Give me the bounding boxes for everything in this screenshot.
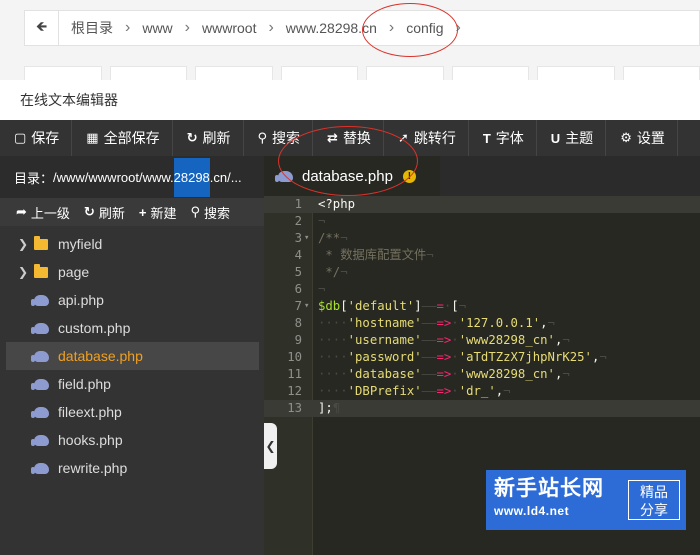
php-file-icon	[31, 350, 49, 362]
code-line: 10 ····'password'——=>·'aTdTZzX7jhpNrK25',…	[287, 350, 607, 364]
text-icon: T	[482, 130, 491, 146]
code-line: 5 */¬	[294, 265, 348, 279]
window-title: 在线文本编辑器	[0, 80, 700, 120]
code-line: 9 ····'username'——=>·'www28298_cn',¬	[294, 333, 570, 347]
save-button[interactable]: ▢ 保存	[0, 120, 73, 156]
php-file-icon	[31, 462, 49, 474]
chevron-right-icon[interactable]: ❯	[12, 265, 34, 279]
gear-icon: ⚙	[620, 130, 632, 145]
folder-icon	[34, 235, 48, 250]
tree-file-fileext[interactable]: fileext.php	[6, 398, 259, 426]
file-sidebar: 目录：/www/wwwroot/www. 28298 .cn/... ➦ 上一级 ↻ 刷…	[0, 156, 264, 555]
tree-folder-myfield[interactable]: ❯ myfield	[6, 230, 259, 258]
code-line: 13];¶	[264, 400, 700, 417]
tree-file-api[interactable]: api.php	[6, 286, 259, 314]
file-tree: ❯ myfield ❯ page api.php custom.php databa…	[0, 226, 264, 482]
tree-file-hooks[interactable]: hooks.php	[6, 426, 259, 454]
breadcrumb-root[interactable]: 根目录 ›	[59, 18, 130, 38]
code-line: 8 ····'hostname'——=>·'127.0.0.1',¬	[294, 316, 555, 330]
code-line: 4 * 数据库配置文件¬	[294, 248, 434, 262]
plus-icon: +	[138, 204, 147, 220]
breadcrumb-wwwroot[interactable]: wwwroot ›	[190, 19, 274, 37]
code-line: 3 ▾/**¬	[294, 230, 348, 247]
refresh-icon: ↻	[83, 204, 95, 219]
tree-file-custom[interactable]: custom.php	[6, 314, 259, 342]
breadcrumb-bar: 🡸 根目录 › www › wwwroot › www.28298.cn › confi…	[0, 0, 700, 80]
back-button[interactable]: 🡸	[25, 11, 59, 45]
code-line: 7 ▾ $db['default']——=·[¬	[294, 298, 467, 315]
php-file-icon	[31, 406, 49, 418]
php-file-icon	[31, 378, 49, 390]
annotation-circle	[278, 126, 418, 196]
breadcrumb-www[interactable]: www ›	[130, 19, 190, 37]
code-line: 12 ····'DBPrefix'——=>·'dr_',¬	[287, 384, 511, 398]
new-file-button[interactable]: + 新建	[139, 203, 177, 222]
arrow-up-icon: ➦	[16, 204, 27, 219]
sidebar-refresh-button[interactable]: ↻ 刷新	[84, 203, 125, 222]
up-level-button[interactable]: ➦ 上一级	[16, 203, 70, 222]
code-line: 2 ¬	[294, 214, 326, 228]
sidebar-search-button[interactable]: ⚲ 搜索	[190, 203, 230, 222]
theme-button[interactable]: U 主题	[537, 120, 607, 156]
font-button[interactable]: T 字体	[469, 120, 537, 156]
watermark-logo: 新手站长网 www.ld4.net 精品 分享	[486, 470, 686, 530]
tree-folder-page[interactable]: ❯ page	[6, 258, 259, 286]
fold-arrow-icon[interactable]: ▾	[304, 298, 309, 315]
settings-button[interactable]: ⚙ 设置	[606, 120, 678, 156]
sidebar-actions: ➦ 上一级 ↻ 刷新 + 新建 ⚲ 搜索	[0, 198, 264, 226]
code-line: 11 ····'database'——=>·'www28298_cn',¬	[287, 367, 570, 381]
tree-file-rewrite[interactable]: rewrite.php	[6, 454, 259, 482]
save-all-button[interactable]: ▦ 全部保存	[72, 120, 173, 156]
floppy-icon: ▢	[14, 130, 27, 145]
magnet-icon: U	[550, 130, 561, 146]
search-icon: ⚲	[257, 130, 268, 145]
background-buttons	[24, 66, 700, 80]
folder-icon	[34, 263, 48, 278]
refresh-icon: ↻	[186, 130, 198, 145]
php-file-icon	[31, 294, 49, 306]
current-directory: 目录：/www/wwwroot/www. 28298 .cn/...	[0, 156, 264, 198]
chevron-left-icon: ❮	[265, 439, 276, 453]
fold-arrow-icon[interactable]: ▾	[304, 230, 309, 247]
code-line: 1 <?php	[264, 196, 700, 213]
annotation-circle	[362, 3, 458, 57]
php-file-icon	[31, 434, 49, 446]
search-icon: ⚲	[190, 204, 200, 219]
code-line: 6 ¬	[294, 282, 326, 296]
chevron-right-icon[interactable]: ❯	[12, 237, 34, 251]
tree-file-field[interactable]: field.php	[6, 370, 259, 398]
tree-file-database[interactable]: database.php	[6, 342, 259, 370]
arrow-left-icon: 🡸	[35, 18, 48, 34]
refresh-button[interactable]: ↻ 刷新	[173, 120, 244, 156]
collapse-sidebar-button[interactable]: ❮	[264, 423, 277, 469]
php-file-icon	[31, 322, 49, 334]
file-icon: ▦	[86, 130, 99, 145]
